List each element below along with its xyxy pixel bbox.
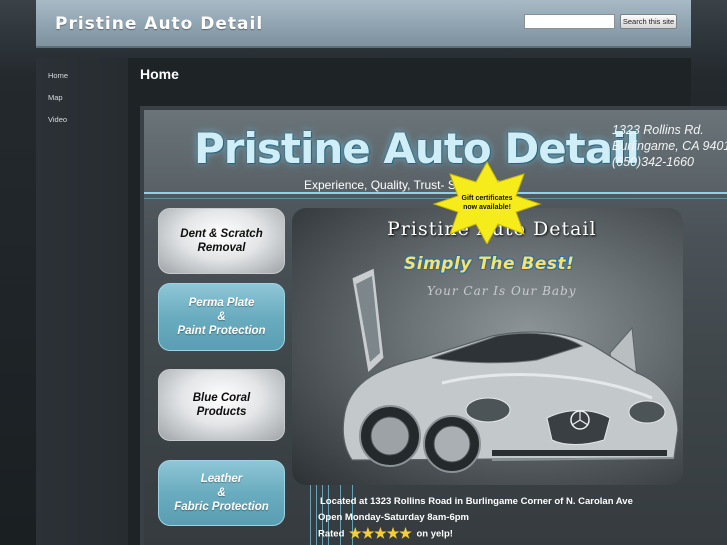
sidebar-nav: Home Map Video <box>36 58 128 545</box>
dent-scratch-removal-button[interactable]: Dent & Scratch Removal <box>158 208 285 274</box>
star-icon: ★ <box>386 525 400 541</box>
slogan: Simply The Best! <box>404 254 575 274</box>
car-illustration <box>342 267 679 473</box>
sidebar-item-home[interactable]: Home <box>48 71 68 80</box>
search-input[interactable] <box>524 14 615 29</box>
service-label: Perma Plate & Paint Protection <box>177 297 266 337</box>
sidebar-item-video[interactable]: Video <box>48 115 67 124</box>
perma-plate-button[interactable]: Perma Plate & Paint Protection <box>158 283 285 351</box>
certificate-line1: Gift certificates <box>461 195 513 202</box>
rating-stars: ★★★★★ <box>349 525 412 541</box>
service-label: Blue Coral Products <box>192 392 251 418</box>
banner-title: Pristine Auto Detail <box>194 124 640 173</box>
rating-line: Rated ★★★★★ on yelp! <box>318 525 453 541</box>
rating-prefix: Rated <box>318 528 345 540</box>
leather-fabric-protection-button[interactable]: Leather & Fabric Protection <box>158 460 285 526</box>
star-icon: ★ <box>399 525 412 541</box>
gift-certificate-badge[interactable]: Gift certificates now available! <box>447 194 527 212</box>
service-label: Leather & Fabric Protection <box>174 473 269 513</box>
star-icon: ★ <box>349 525 362 541</box>
search-button[interactable]: Search this site <box>620 14 677 29</box>
star-icon: ★ <box>374 525 387 541</box>
star-icon: ★ <box>361 525 375 541</box>
address-line2: Burlingame, CA 94010 <box>612 139 727 153</box>
phone-number: (650)342-1660 <box>612 155 695 169</box>
car-showcase-panel: Pristine Auto Detail Simply The Best! Yo… <box>292 208 683 485</box>
site-header: Pristine Auto Detail Search this site <box>36 0 691 48</box>
banner-image: Pristine Auto Detail 1323 Rollins Rd. Bu… <box>144 110 727 545</box>
address-line1: 1323 Rollins Rd. <box>612 123 704 137</box>
page-title: Home <box>140 66 179 82</box>
certificate-line2: now available! <box>463 204 511 211</box>
sidebar-item-map[interactable]: Map <box>48 93 63 102</box>
hours-line: Open Monday-Saturday 8am-6pm <box>318 512 469 523</box>
site-title[interactable]: Pristine Auto Detail <box>55 14 263 34</box>
rating-suffix: on yelp! <box>416 528 453 540</box>
service-label: Dent & Scratch Removal <box>180 228 263 254</box>
script-tagline: Your Car Is Our Baby <box>427 284 577 298</box>
blue-coral-products-button[interactable]: Blue Coral Products <box>158 369 285 441</box>
location-line: Located at 1323 Rollins Road in Burlinga… <box>320 496 633 507</box>
